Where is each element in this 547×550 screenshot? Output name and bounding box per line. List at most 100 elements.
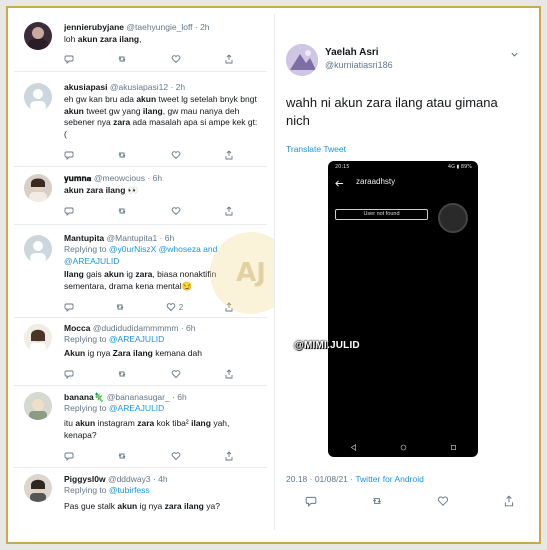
tweet-text: eh gw kan bru ada akun tweet lg setelah …	[64, 94, 259, 140]
tweet-timestamp: 20.18 · 01/08/21 · Twitter for Android	[286, 474, 424, 484]
retweet-icon[interactable]	[371, 495, 383, 507]
like-button[interactable]	[171, 451, 181, 461]
retweet-button[interactable]	[117, 206, 127, 216]
avatar[interactable]	[286, 44, 318, 76]
avatar[interactable]	[24, 235, 52, 263]
tweet[interactable]: banana🦎 @bananasugar_ · 6h Replying to @…	[14, 386, 267, 468]
tweet-text: itu akun instagram zara kok tiba² ilang …	[64, 418, 259, 441]
share-icon	[225, 369, 233, 379]
like-button[interactable]	[171, 206, 181, 216]
display-name[interactable]: 𝐲𝐮𝐦𝐧𝐚	[64, 173, 92, 183]
share-button[interactable]	[224, 369, 234, 379]
heart-icon[interactable]	[437, 495, 449, 507]
highlighted-keyword: ilang	[184, 501, 204, 511]
display-name[interactable]: Mantupita	[64, 233, 104, 243]
overlay-handle-watermark: @MIMI.JULID	[294, 340, 360, 351]
avatar[interactable]	[24, 22, 52, 50]
avatar[interactable]	[24, 324, 52, 352]
tweet-meta: 𝐲𝐮𝐦𝐧𝐚 @meowcious · 6h	[64, 173, 263, 184]
reply-mentions[interactable]: @AREAJULID	[109, 403, 164, 413]
tweet-actions	[64, 149, 234, 161]
reply-button[interactable]	[64, 54, 74, 64]
share-button[interactable]	[224, 206, 234, 216]
android-nav-bar	[328, 437, 478, 457]
tweet-text: loh akun zara ilang,	[64, 34, 259, 46]
display-name[interactable]: Yaelah Asri	[325, 47, 379, 58]
avatar[interactable]	[24, 174, 52, 202]
tweet[interactable]: akusiapasi @akusiapasi12 · 2h eh gw kan …	[14, 72, 267, 167]
attached-image[interactable]: 20:15 4G ▮ 89% zaraadhsty User not found	[328, 161, 478, 457]
retweet-button[interactable]	[115, 302, 125, 312]
reply-icon[interactable]	[305, 495, 317, 507]
reply-button[interactable]	[64, 150, 74, 160]
share-button[interactable]	[224, 150, 234, 160]
user-handle: @dudidudidammmmm	[92, 323, 179, 333]
nav-home-icon	[400, 444, 406, 450]
like-button[interactable]	[171, 150, 181, 160]
text-segment: itu	[64, 418, 76, 428]
tweet-source[interactable]: Twitter for Android	[355, 474, 424, 484]
reply-button[interactable]	[64, 206, 74, 216]
tweet[interactable]: 𝐲𝐮𝐦𝐧𝐚 @meowcious · 6h akun zara ilang 👀	[14, 167, 267, 225]
tweet-text: Akun ig nya Zara ilang kemana dah	[64, 348, 259, 360]
tweet[interactable]: jennierubyjane @taehyungie_loff · 2h loh…	[14, 14, 267, 72]
translate-tweet-link[interactable]: Translate Tweet	[286, 144, 346, 154]
display-name[interactable]: banana🦎	[64, 392, 104, 402]
retweet-icon	[116, 304, 124, 310]
tweet[interactable]: Piggysl0w @dddway3 · 4h Replying to @tub…	[14, 468, 267, 530]
tweet-actions	[64, 368, 234, 380]
reply-mentions[interactable]: @tubirfess	[109, 485, 150, 495]
phone-status-bar: 20:15 4G ▮ 89%	[328, 164, 478, 172]
share-icon	[225, 451, 233, 461]
tweet-meta: banana🦎 @bananasugar_ · 6h	[64, 392, 263, 403]
share-icon[interactable]	[503, 495, 515, 507]
highlighted-keyword: akun	[104, 269, 125, 279]
text-segment: loh	[64, 34, 78, 44]
reply-button[interactable]	[64, 369, 74, 379]
tweet-time: · 4h	[152, 474, 168, 484]
highlighted-keyword: akun zara ilang	[77, 34, 140, 44]
retweet-button[interactable]	[117, 369, 127, 379]
reply-mentions[interactable]: @AREAJULID	[109, 334, 164, 344]
retweet-button[interactable]	[117, 150, 127, 160]
avatar[interactable]	[24, 392, 52, 420]
tweet-text: Pas gue stalk akun ig nya zara ilang ya?	[64, 501, 259, 513]
reply-button[interactable]	[64, 302, 74, 312]
tweet[interactable]: Mocca @dudidudidammmmm · 6h Replying to …	[14, 318, 267, 386]
avatar[interactable]	[24, 83, 52, 111]
share-button[interactable]	[224, 451, 234, 461]
display-name[interactable]: jennierubyjane	[64, 22, 124, 32]
share-icon	[225, 206, 233, 216]
highlighted-keyword: Akun	[64, 348, 86, 358]
display-name[interactable]: akusiapasi	[64, 82, 107, 92]
user-handle: @bananasugar_	[106, 392, 170, 402]
text-segment: ,	[139, 34, 142, 44]
chevron-down-icon[interactable]	[510, 50, 519, 59]
display-name[interactable]: Mocca	[64, 323, 90, 333]
share-button[interactable]	[224, 54, 234, 64]
text-segment: ig nya	[85, 348, 113, 358]
tweet-text: akun zara ilang 👀	[64, 185, 259, 197]
heart-icon	[171, 55, 180, 64]
reply-button[interactable]	[64, 451, 74, 461]
tweet-date: 20.18 · 01/08/21 ·	[286, 474, 356, 484]
main-tweet-actions	[305, 494, 515, 508]
highlighted-keyword: zara	[113, 117, 131, 127]
like-button[interactable]: 2	[166, 302, 183, 312]
like-button[interactable]	[171, 54, 181, 64]
highlighted-keyword: zara	[137, 418, 155, 428]
tweet-time: · 2h	[194, 22, 210, 32]
user-handle: @dddway3	[107, 474, 151, 484]
like-button[interactable]	[171, 369, 181, 379]
display-name[interactable]: Piggysl0w	[64, 474, 106, 484]
reply-icon	[64, 370, 74, 379]
retweet-button[interactable]	[117, 451, 127, 461]
retweet-button[interactable]	[117, 54, 127, 64]
reply-icon	[64, 452, 74, 461]
user-not-found-button: User not found	[335, 209, 428, 220]
replying-to-label: Replying to	[64, 485, 107, 495]
text-segment: instagram	[95, 418, 138, 428]
highlighted-keyword: zara	[164, 501, 182, 511]
avatar[interactable]	[24, 474, 52, 502]
retweet-icon	[119, 208, 126, 214]
